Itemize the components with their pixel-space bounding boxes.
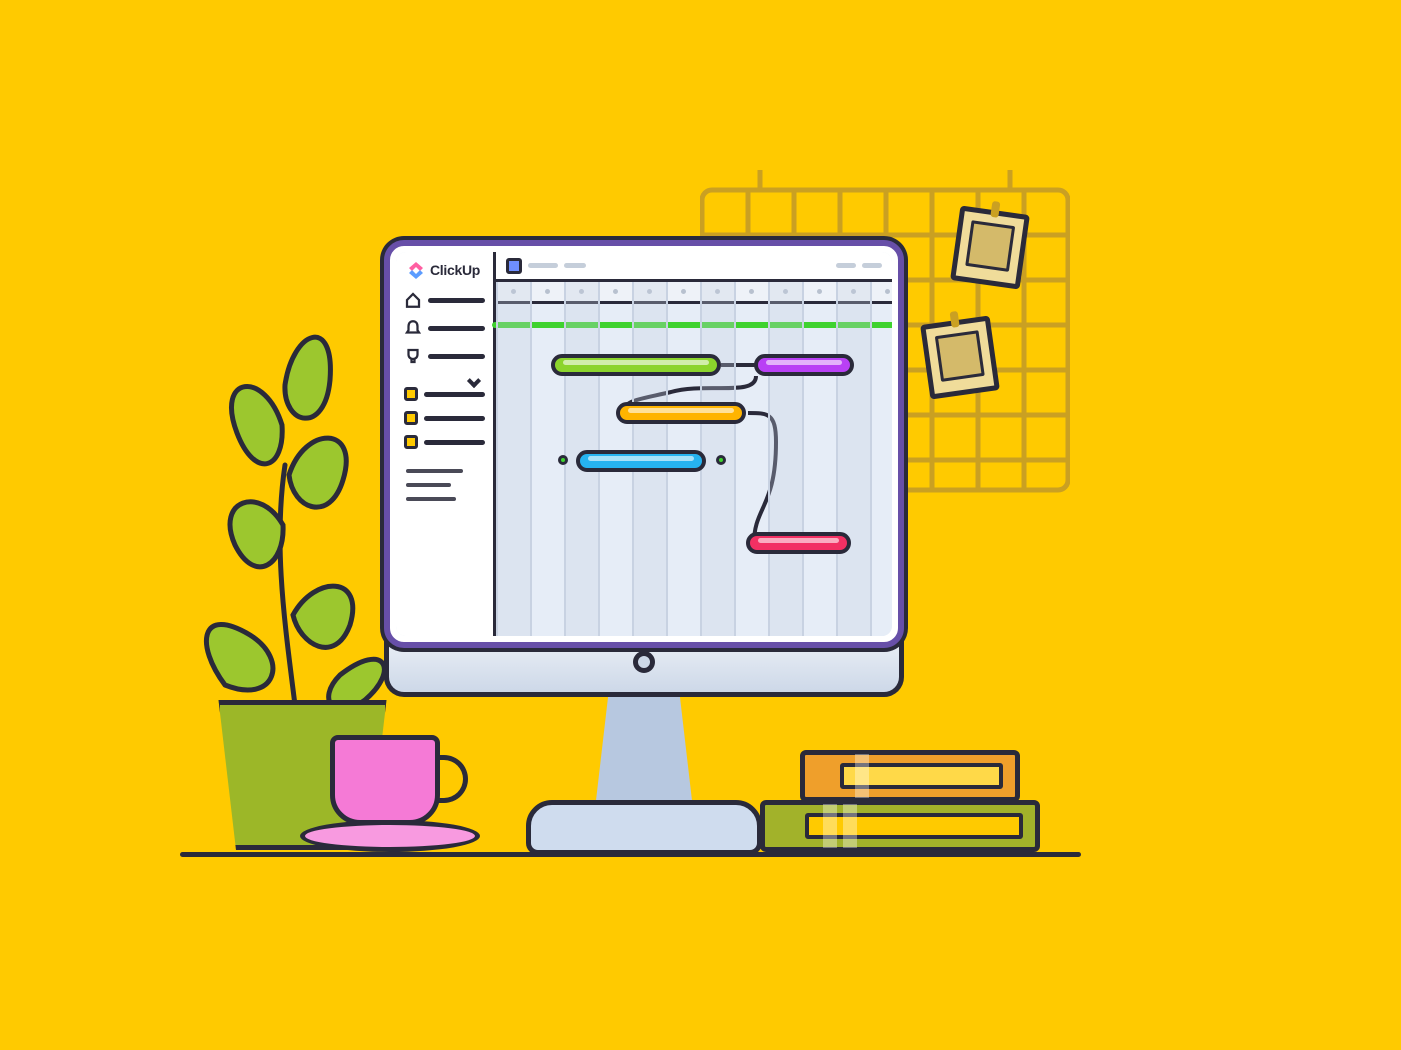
- sidebar-collapse[interactable]: [404, 376, 485, 380]
- sidebar-item-home[interactable]: [404, 291, 485, 309]
- toolbar: [496, 252, 892, 282]
- chevron-down-icon: [467, 374, 481, 388]
- monitor-power-button: [633, 651, 655, 673]
- app-screen: ClickUp: [396, 252, 892, 636]
- square-icon: [404, 435, 418, 449]
- gantt-column: [836, 282, 870, 636]
- gantt-column: [802, 282, 836, 636]
- gantt-column: [496, 282, 530, 636]
- trophy-icon: [404, 347, 422, 365]
- monitor: ClickUp: [384, 240, 904, 648]
- illustration-stage: ClickUp: [0, 0, 1401, 1050]
- gantt-milestone[interactable]: [716, 455, 726, 465]
- gantt-milestone[interactable]: [558, 455, 568, 465]
- sidebar-space-item[interactable]: [404, 387, 485, 401]
- sidebar-item-goals[interactable]: [404, 347, 485, 365]
- sidebar: ClickUp: [396, 252, 496, 636]
- monitor-stand-neck: [580, 696, 708, 806]
- gantt-column: [768, 282, 802, 636]
- coffee-mug: [330, 735, 440, 825]
- gantt-bar[interactable]: [746, 532, 851, 554]
- pinned-photo: [920, 315, 1000, 399]
- gantt-bar[interactable]: [754, 354, 854, 376]
- gantt-bar[interactable]: [551, 354, 721, 376]
- square-icon: [404, 411, 418, 425]
- desk-surface: [180, 852, 1081, 857]
- bell-icon: [404, 319, 422, 337]
- clickup-logo-icon: [406, 260, 426, 280]
- monitor-stand-base: [526, 800, 762, 855]
- gantt-bar[interactable]: [616, 402, 746, 424]
- home-icon: [404, 291, 422, 309]
- gantt-column: [870, 282, 892, 636]
- gantt-bar[interactable]: [576, 450, 706, 472]
- book: [800, 750, 1020, 802]
- sidebar-space-item[interactable]: [404, 411, 485, 425]
- pinned-photo: [950, 205, 1030, 289]
- gantt-view: [496, 252, 892, 636]
- app-name: ClickUp: [430, 262, 480, 278]
- book: [760, 800, 1040, 852]
- gantt-canvas[interactable]: [496, 282, 892, 636]
- gantt-column: [734, 282, 768, 636]
- app-logo: ClickUp: [404, 258, 485, 286]
- sidebar-space-item[interactable]: [404, 435, 485, 449]
- square-icon: [404, 387, 418, 401]
- sidebar-item-notifications[interactable]: [404, 319, 485, 337]
- view-icon[interactable]: [506, 258, 522, 274]
